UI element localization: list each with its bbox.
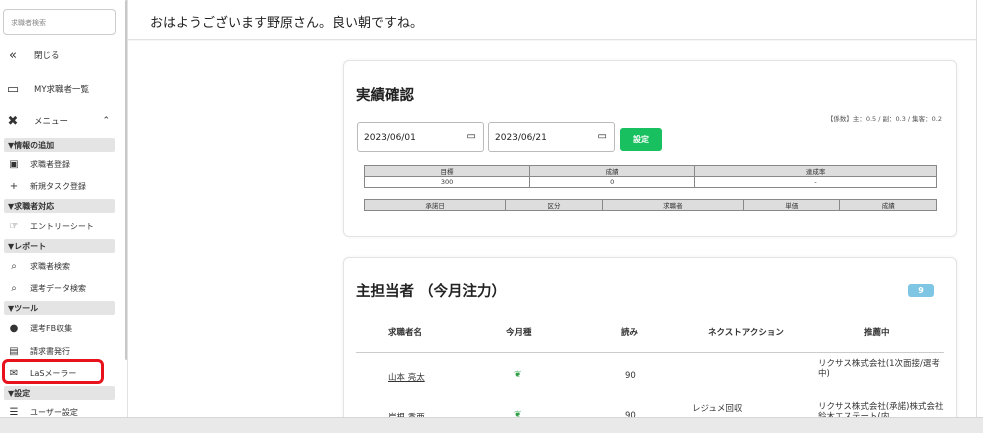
header: おはようございます野原さん。良い朝ですね。 [128,0,976,40]
sidebar-item-candidate-search[interactable]: ⌕ 求職者検索 [0,257,120,275]
sliders-icon: ☰ [9,406,19,418]
sidebar-item-selection-data-search[interactable]: ⌕ 選考データ検索 [0,279,120,297]
sidebar-item-new-task[interactable]: + 新規タスク登録 [0,177,120,195]
count-badge: 9 [908,284,934,297]
header-unit-price: 単価 [742,199,841,211]
candidate-search-input[interactable]: 求職者検索 [3,9,116,35]
set-button[interactable]: 設定 [620,128,662,151]
achievement-rate-value: - [694,176,937,188]
ratio-note: 【係数】主：0.5 / 副：0.3 / 集客：0.2 [826,115,942,123]
calendar-icon[interactable]: ▭ [598,131,607,142]
date-from-input[interactable]: 2023/06/01 ▭ [357,122,484,152]
header-category: 区分 [505,199,603,211]
my-candidates-link[interactable]: ▭ MY求職者一覧 [0,78,120,100]
my-candidates-label: MY求職者一覧 [34,85,90,95]
hand-icon: ☞ [9,220,19,232]
calendar-icon[interactable]: ▭ [467,131,476,142]
section-add-info: ▼情報の追加 [4,138,115,152]
highlight-box [2,359,104,384]
double-chevron-left-icon: « [9,47,17,63]
page-scrollbar[interactable] [976,0,983,417]
sidebar-item-user-settings[interactable]: ☰ ユーザー設定 [0,403,120,418]
sidebar: 求職者検索 « 閉じる ▭ MY求職者一覧 ✖ メニュー ⌃ ▼情報の追加 ▣ … [0,0,128,417]
results-title: 実績確認 [356,88,414,104]
section-tools: ▼ツール [4,301,115,315]
sidebar-item-label: エントリーシート [30,221,94,231]
target-value: 300 [363,176,531,188]
date-to-input[interactable]: 2023/06/21 ▭ [488,122,615,152]
close-label: 閉じる [34,51,60,61]
sidebar-item-label: 求職者検索 [30,261,70,271]
file-icon: ▤ [9,345,19,357]
sidebar-item-invoice[interactable]: ▤ 請求書発行 [0,342,120,360]
main-owner-card: 主担当者 （今月注力） 9 求職者名 今月種 読み ネクストアクション 推薦中 … [343,257,957,427]
score-value: 0 [529,176,696,188]
sidebar-item-label: 求職者登録 [30,159,70,169]
sidebar-item-register-candidate[interactable]: ▣ 求職者登録 [0,155,120,173]
tools-icon: ✖ [7,113,19,129]
detail-table: 承諾日 区分 求職者 単価 成績 [363,199,937,211]
comment-icon: ● [9,322,19,334]
sidebar-item-feedback-collection[interactable]: ● 選考FB収集 [0,319,120,337]
sidebar-item-label: 選考データ検索 [30,283,86,293]
menu-label: メニュー [34,117,69,127]
header-result: 成績 [839,199,937,211]
sidebar-item-label: ユーザー設定 [30,407,78,417]
next-action-text: レジュメ回収 [692,404,743,414]
section-report: ▼レポート [4,239,115,253]
header-candidate: 求職者 [601,199,745,211]
greeting-text: おはようございます野原さん。良い朝ですね。 [150,16,424,31]
summary-table: 目標 成績 達成率 300 0 - [363,165,937,188]
main-owner-title: 主担当者 （今月注力） [356,284,507,300]
search-icon: ⌕ [11,282,17,294]
header-target: 目標 [363,165,531,177]
date-from-value: 2023/06/01 [364,133,416,143]
plus-icon: + [9,180,19,192]
column-this-month-seed: 今月種 [506,328,532,338]
reading-value: 90 [625,371,636,381]
sidebar-item-label: 請求書発行 [30,346,70,356]
sidebar-item-label: 新規タスク登録 [30,181,86,191]
sprout-icon: ❦ [514,370,522,380]
search-icon: ⌕ [11,260,17,272]
section-settings: ▼設定 [4,386,115,400]
candidate-link[interactable]: 山本 亮太 [388,371,425,383]
header-approval-date: 承諾日 [363,199,507,211]
horizontal-scrollbar[interactable] [0,417,983,433]
column-reading: 読み [621,328,639,338]
menu-toggle[interactable]: ✖ メニュー ⌃ [0,110,120,132]
recommend-text: リクサス株式会社(1次面接/選考中) [818,359,940,379]
column-candidate-name: 求職者名 [388,328,423,338]
header-score: 成績 [529,165,696,177]
chevron-up-icon: ⌃ [102,116,110,126]
close-menu-button[interactable]: « 閉じる [0,44,120,66]
header-achievement-rate: 達成率 [694,165,937,177]
monitor-icon: ▭ [6,81,20,97]
sidebar-item-entry-sheet[interactable]: ☞ エントリーシート [0,217,120,235]
table-divider [356,352,944,353]
column-recommending: 推薦中 [864,328,890,338]
section-candidate-support: ▼求職者対応 [4,199,115,213]
date-to-value: 2023/06/21 [495,133,547,143]
sidebar-item-label: 選考FB収集 [30,323,73,333]
results-card: 実績確認 【係数】主：0.5 / 副：0.3 / 集客：0.2 2023/06/… [343,60,957,237]
id-card-icon: ▣ [9,158,19,170]
column-next-action: ネクストアクション [708,328,784,338]
